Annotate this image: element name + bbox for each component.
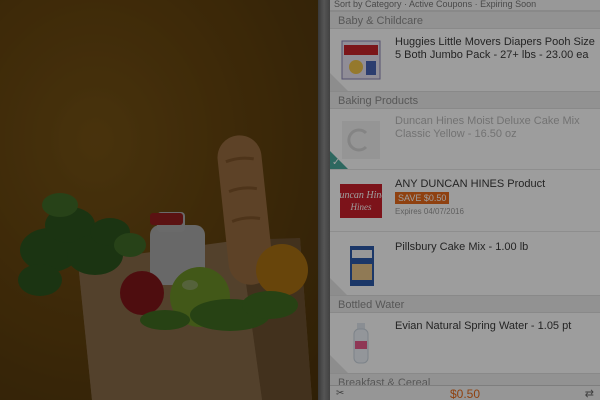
- bottom-toolbar: ✂ $0.50 ⇄: [330, 385, 600, 400]
- section-header-baking-products: Baking Products: [330, 91, 600, 109]
- item-title: Huggies Little Movers Diapers Pooh Size …: [395, 36, 595, 61]
- hero-image: [0, 0, 318, 400]
- section-header-bottled-water: Bottled Water: [330, 295, 600, 313]
- scissors-icon[interactable]: ✂: [336, 388, 344, 399]
- phone-screen: Sort by Category · Active Coupons · Expi…: [330, 0, 600, 400]
- checkmark-icon: ✓: [332, 157, 341, 168]
- cart-icon[interactable]: ⇄: [585, 387, 594, 400]
- section-header-baby-childcare: Baby & Childcare: [330, 11, 600, 29]
- select-corner[interactable]: [330, 278, 348, 296]
- item-title: Duncan Hines Moist Deluxe Cake Mix Class…: [395, 115, 580, 140]
- savings-total: $0.50: [450, 387, 481, 400]
- duncan-hines-logo-image: Duncan Hines Hines: [331, 178, 390, 224]
- phone-frame: [318, 0, 330, 400]
- coupon-item-duncan-classic[interactable]: Duncan Hines Moist Deluxe Cake Mix Class…: [330, 109, 600, 169]
- item-title: ANY DUNCAN HINES Product: [395, 178, 546, 190]
- select-corner[interactable]: [330, 355, 348, 373]
- item-title: Pillsbury Cake Mix - 1.00 lb: [395, 241, 529, 253]
- item-title: Evian Natural Spring Water - 1.05 pt: [395, 320, 572, 332]
- coupon-item-evian[interactable]: Evian Natural Spring Water - 1.05 pt: [330, 313, 600, 373]
- select-corner[interactable]: [330, 73, 348, 91]
- svg-text:Duncan Hines: Duncan Hines: [338, 190, 384, 201]
- svg-text:Hines: Hines: [350, 202, 372, 212]
- expiry-date: Expires 04/07/2016: [395, 207, 464, 216]
- coupon-item-duncan-any[interactable]: Duncan Hines Hines ANY DUNCAN HINES Prod…: [330, 169, 600, 232]
- coupon-item-huggies[interactable]: Huggies Little Movers Diapers Pooh Size …: [330, 29, 600, 91]
- sort-bar[interactable]: Sort by Category · Active Coupons · Expi…: [330, 0, 600, 11]
- save-badge: SAVE $0.50: [395, 192, 450, 204]
- coupon-item-pillsbury[interactable]: Pillsbury Cake Mix - 1.00 lb: [330, 231, 600, 296]
